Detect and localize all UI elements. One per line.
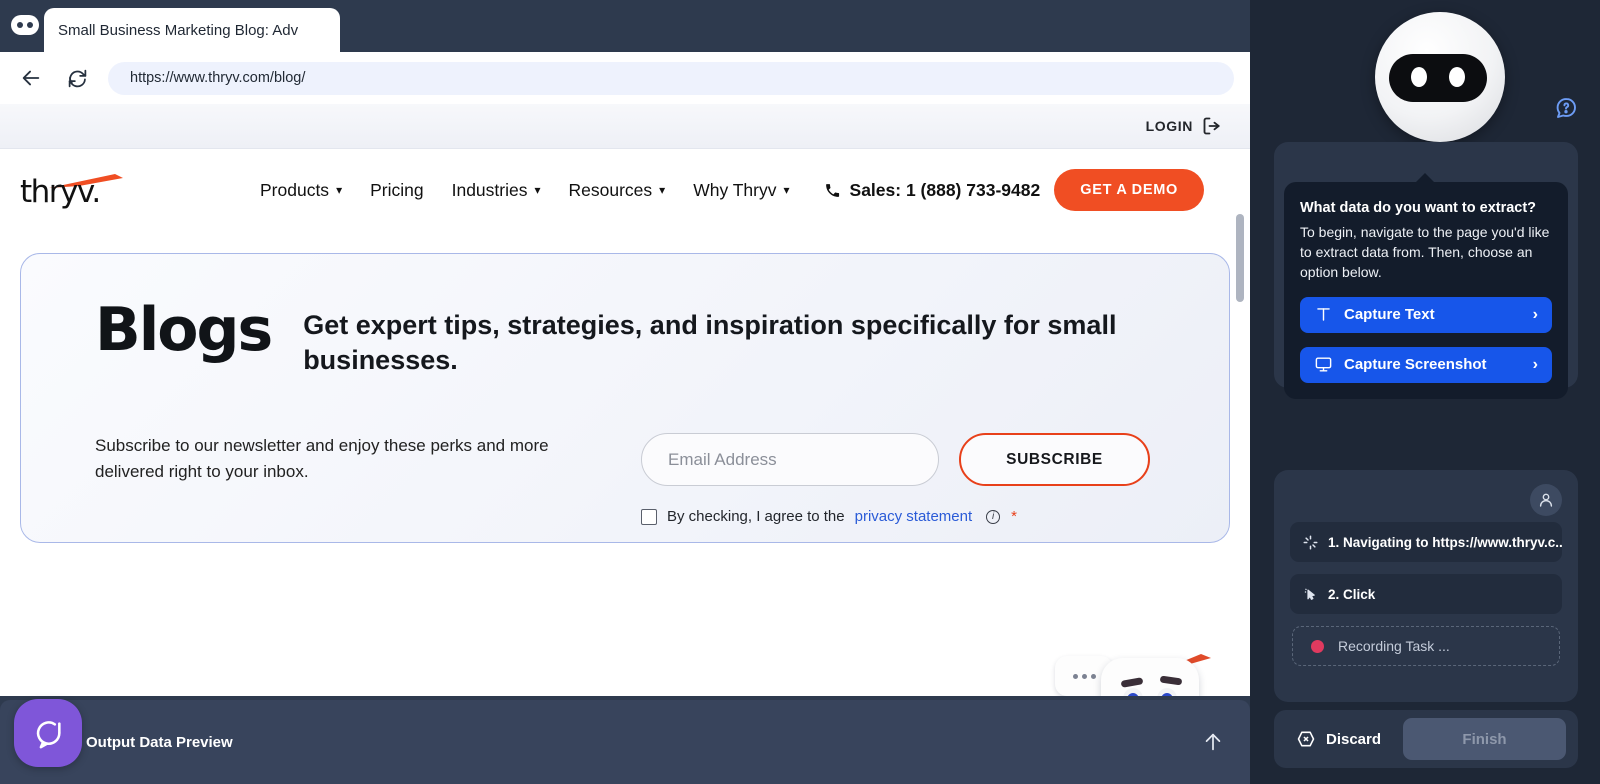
site-utility-bar: LOGIN (0, 104, 1250, 149)
capture-screenshot-button[interactable]: Capture Screenshot › (1300, 346, 1552, 383)
nav-item-label: Products (260, 179, 330, 200)
robot-icon (8, 8, 42, 42)
step-label: 1. Navigating to https://www.thryv.c... (1328, 534, 1562, 550)
step-item[interactable]: 1. Navigating to https://www.thryv.c... (1290, 522, 1562, 562)
hero-body-row: Subscribe to our newsletter and enjoy th… (95, 433, 1177, 525)
agent-steps-card: 1. Navigating to https://www.thryv.c... … (1274, 470, 1578, 702)
text-icon (1314, 305, 1333, 324)
step-label: 2. Click (1328, 586, 1376, 602)
step-item[interactable]: 2. Click (1290, 574, 1562, 614)
loading-spinner-icon (1303, 535, 1318, 550)
nav-item-pricing[interactable]: Pricing (356, 180, 438, 201)
click-cursor-icon (1303, 587, 1318, 602)
page-viewport: LOGIN thryv. Products ▾ Pricing Industri… (0, 104, 1250, 696)
agent-prompt-title: What data do you want to extract? (1300, 200, 1537, 216)
browser-tab[interactable]: Small Business Marketing Blog: Adv (44, 8, 340, 52)
agent-prompt-body: To begin, navigate to the page you'd lik… (1300, 224, 1550, 280)
robot-avatar-icon (1371, 12, 1509, 142)
hero-panel: Blogs Get expert tips, strategies, and i… (20, 253, 1230, 543)
finish-button[interactable]: Finish (1403, 718, 1566, 760)
nav-item-label: Resources (568, 179, 653, 200)
hero-heading-row: Blogs Get expert tips, strategies, and i… (95, 300, 1177, 377)
orange-character-icon (1055, 652, 1211, 696)
privacy-statement-link[interactable]: privacy statement (855, 508, 973, 525)
address-bar-url: https://www.thryv.com/blog/ (130, 70, 306, 86)
chevron-right-icon: › (1532, 305, 1538, 323)
site-navigation: thryv. Products ▾ Pricing Industries ▾ R… (0, 149, 1250, 231)
reload-icon[interactable] (62, 63, 92, 93)
output-data-preview-label: Output Data Preview (86, 733, 233, 751)
recording-status: Recording Task ... (1292, 626, 1560, 666)
capture-screenshot-label: Capture Screenshot (1344, 356, 1487, 374)
sales-phone[interactable]: Sales: 1 (888) 733-9482 (824, 179, 1041, 201)
hero-wrapper: Blogs Get expert tips, strategies, and i… (0, 231, 1250, 543)
mascot-card (1101, 658, 1199, 696)
discard-button[interactable]: Discard (1286, 719, 1391, 759)
newsletter-form-row: SUBSCRIBE (641, 433, 1177, 487)
agent-speech-bubble: What data do you want to extract? To beg… (1284, 173, 1568, 399)
chevron-down-icon: ▾ (336, 183, 343, 197)
login-link[interactable]: LOGIN (1146, 118, 1193, 134)
primary-nav: Products ▾ Pricing Industries ▾ Resource… (246, 180, 804, 201)
consent-row: By checking, I agree to the privacy stat… (641, 508, 1177, 525)
browser-window: Small Business Marketing Blog: Adv https… (0, 0, 1250, 784)
logout-icon (1202, 116, 1222, 136)
output-data-preview-bar: Output Data Preview (0, 700, 1250, 784)
help-chat-icon[interactable] (1554, 96, 1578, 120)
capture-text-button[interactable]: Capture Text › (1300, 296, 1552, 333)
chevron-down-icon: ▾ (534, 183, 541, 197)
nav-item-resources[interactable]: Resources ▾ (555, 180, 680, 201)
required-mark: * (1011, 508, 1017, 526)
page-title: Blogs (95, 295, 273, 365)
get-a-demo-button[interactable]: GET A DEMO (1054, 169, 1204, 211)
capture-text-label: Capture Text (1344, 306, 1435, 324)
nav-item-why-thryv[interactable]: Why Thryv ▾ (679, 180, 803, 201)
recording-label: Recording Task ... (1338, 638, 1450, 654)
agent-footer: Discard Finish (1274, 710, 1578, 768)
nav-item-label: Pricing (370, 179, 424, 200)
email-field[interactable] (641, 433, 939, 487)
address-bar[interactable]: https://www.thryv.com/blog/ (108, 61, 1234, 95)
page-scrollbar-track[interactable] (1234, 104, 1248, 696)
newsletter-form: SUBSCRIBE By checking, I agree to the pr… (641, 433, 1177, 525)
chat-bubble-icon[interactable] (14, 699, 82, 767)
discard-label: Discard (1326, 730, 1382, 748)
chevron-right-icon: › (1532, 355, 1538, 373)
agent-prompt-card: What data do you want to extract? To beg… (1274, 142, 1578, 399)
monitor-icon (1314, 355, 1333, 374)
newsletter-copy: Subscribe to our newsletter and enjoy th… (95, 436, 549, 482)
agent-header (1250, 0, 1600, 150)
consent-text: By checking, I agree to the (667, 508, 845, 526)
user-avatar-icon[interactable] (1530, 484, 1562, 516)
nav-item-label: Industries (451, 179, 528, 200)
chevron-down-icon: ▾ (659, 183, 666, 197)
chevron-down-icon: ▾ (783, 183, 790, 197)
close-hex-icon (1296, 729, 1316, 749)
page-scrollbar-thumb[interactable] (1236, 214, 1244, 302)
arrow-up-icon[interactable] (1202, 731, 1224, 753)
browser-toolbar: https://www.thryv.com/blog/ (0, 52, 1250, 104)
browser-tab-title: Small Business Marketing Blog: Adv (58, 21, 299, 39)
nav-item-industries[interactable]: Industries ▾ (438, 180, 555, 201)
browser-tab-strip: Small Business Marketing Blog: Adv (0, 0, 1250, 52)
thryv-logo[interactable]: thryv. (20, 168, 124, 212)
nav-item-label: Why Thryv (693, 179, 777, 200)
app-root: Small Business Marketing Blog: Adv https… (0, 0, 1600, 784)
agent-panel: What data do you want to extract? To beg… (1250, 0, 1600, 784)
nav-item-products[interactable]: Products ▾ (246, 180, 356, 201)
sales-phone-label: Sales: 1 (888) 733-9482 (849, 179, 1041, 200)
back-arrow-icon[interactable] (16, 63, 46, 93)
subscribe-button[interactable]: SUBSCRIBE (959, 433, 1150, 487)
info-icon[interactable]: i (986, 509, 1001, 524)
phone-icon (824, 182, 841, 199)
consent-checkbox[interactable] (641, 508, 657, 525)
hero-subtitle: Get expert tips, strategies, and inspira… (303, 310, 1117, 375)
record-dot-icon (1311, 639, 1324, 653)
logo-wordmark: thryv. (20, 174, 101, 210)
